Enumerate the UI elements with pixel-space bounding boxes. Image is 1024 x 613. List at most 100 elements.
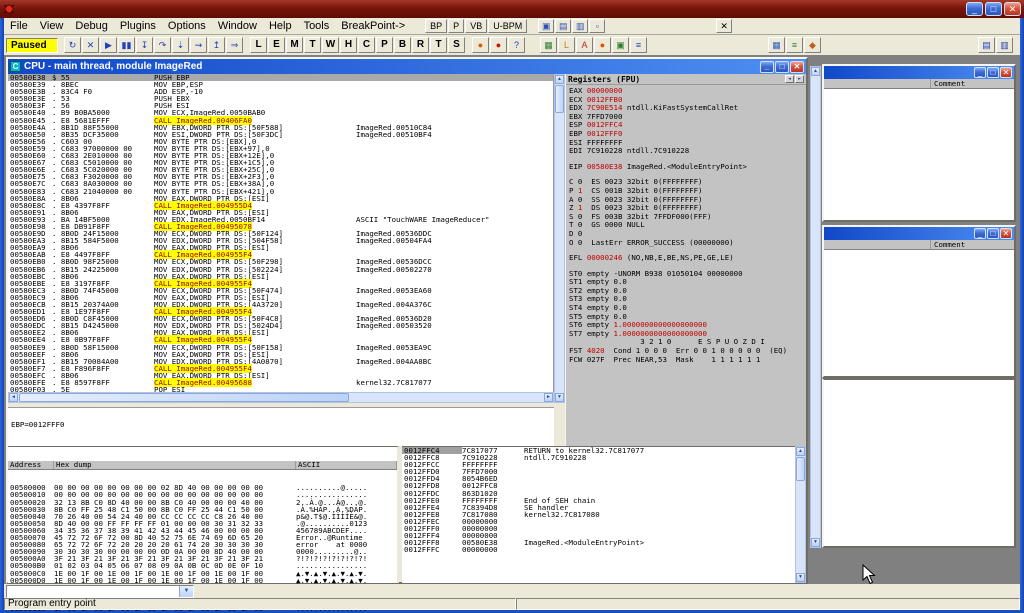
disasm-row[interactable]: 00580E3E. 53PUSH EBX xyxy=(8,95,553,102)
toolbar-letter-m-2[interactable]: M xyxy=(286,37,303,53)
close-button[interactable]: ✕ xyxy=(1004,2,1021,16)
side-window-1-titlebar[interactable]: _ □ ✕ xyxy=(824,66,1014,79)
scroll-right-icon[interactable]: ► xyxy=(544,393,553,402)
stack-row[interactable]: 0012FFE0FFFFFFFFEnd of SEH chain xyxy=(402,497,795,504)
dump-header-address[interactable]: Address xyxy=(8,461,54,469)
disassembly-vertical-scrollbar[interactable]: ▲ ▼ xyxy=(554,74,565,403)
menu-item-view[interactable]: View xyxy=(34,19,70,33)
side2-maximize-button[interactable]: □ xyxy=(987,228,999,239)
go-to-address-icon[interactable]: ⇒ xyxy=(226,37,243,53)
scroll-up-icon[interactable]: ▲ xyxy=(555,75,564,84)
disasm-row[interactable]: 00580EF7. E8 F896F8FFCALL ImageRed.00495… xyxy=(8,365,553,372)
app-titlebar[interactable]: _ □ ✕ xyxy=(0,0,1024,18)
stack-row[interactable]: 0012FFFC00000000 xyxy=(402,546,795,553)
assemble-icon[interactable]: A xyxy=(576,37,593,53)
side1-minimize-button[interactable]: _ xyxy=(974,67,986,78)
registers-next-icon[interactable]: ► xyxy=(795,75,804,83)
side-window-2-titlebar[interactable]: _ □ ✕ xyxy=(824,227,1014,240)
execute-till-return-icon[interactable]: ↥ xyxy=(208,37,225,53)
scroll-down-icon[interactable]: ▼ xyxy=(796,573,805,582)
disasm-row[interactable]: 00580EB6. 8B15 24225000MOV EDX,DWORD PTR… xyxy=(8,266,553,273)
disasm-row[interactable]: 00580EA3. 8B15 584F5000MOV EDX,DWORD PTR… xyxy=(8,237,553,244)
mdi-restore-icon[interactable]: ▫ xyxy=(589,19,605,33)
stack-row[interactable]: 0012FFEC00000000 xyxy=(402,518,795,525)
toolbar-letter-s-11[interactable]: S xyxy=(448,37,465,53)
scroll-down-icon[interactable]: ▼ xyxy=(555,393,564,402)
cascade-windows-icon[interactable]: ▥ xyxy=(996,37,1013,53)
scroll-left-icon[interactable]: ◄ xyxy=(9,393,18,402)
menu-item-breakpoint[interactable]: BreakPoint-> xyxy=(335,19,411,33)
breakpoint-icon[interactable]: ● xyxy=(472,37,489,53)
menu-item-tools[interactable]: Tools xyxy=(298,19,336,33)
stack-vertical-scrollbar[interactable]: ▲ ▼ xyxy=(795,446,806,583)
menu-item-help[interactable]: Help xyxy=(263,19,298,33)
dump-header-hex[interactable]: Hex dump xyxy=(54,461,296,469)
help-icon[interactable]: ? xyxy=(508,37,525,53)
cpu-window-titlebar[interactable]: C CPU - main thread, module ImageRed _ □… xyxy=(8,59,806,74)
chevron-down-icon[interactable]: ▼ xyxy=(179,586,193,597)
stack-row[interactable]: 0012FFD48054B6ED xyxy=(402,475,795,482)
side-window-3-body[interactable] xyxy=(822,378,1016,548)
cpu-close-button[interactable]: ✕ xyxy=(790,61,804,73)
close-program-icon[interactable]: ✕ xyxy=(82,37,99,53)
disasm-row[interactable]: 00580EFE. E8 8597F8FFCALL ImageRed.00495… xyxy=(8,379,553,386)
mdi-child-close-icon[interactable]: ✕ xyxy=(716,19,732,33)
stack-row[interactable]: 0012FFCCFFFFFFFF xyxy=(402,461,795,468)
side-window-2-body[interactable] xyxy=(824,250,1014,376)
patch-icon[interactable]: ≡ xyxy=(786,37,803,53)
disasm-row[interactable]: 00580E3B. 83C4 F0ADD ESP,-10 xyxy=(8,88,553,95)
combobox-value[interactable] xyxy=(7,586,179,597)
stack-row[interactable]: 0012FFF800580E38ImageRed.<ModuleEntryPoi… xyxy=(402,539,795,546)
disasm-row[interactable]: 00580EE9. 8B0D 58F15000MOV ECX,DWORD PTR… xyxy=(8,344,553,351)
side-window-2-column-header[interactable]: Comment xyxy=(824,240,1014,250)
record-icon[interactable]: ● xyxy=(490,37,507,53)
minimize-button[interactable]: _ xyxy=(966,2,983,16)
side-window-1-body[interactable] xyxy=(824,89,1014,220)
scroll-down-icon[interactable]: ▼ xyxy=(811,538,820,547)
side-window-1-column-header[interactable]: Comment xyxy=(824,79,1014,89)
tile-windows-icon[interactable]: ▤ xyxy=(978,37,995,53)
memory-map-icon[interactable]: ▦ xyxy=(540,37,557,53)
toolbar-letter-t-10[interactable]: T xyxy=(430,37,447,53)
menu-item-options[interactable]: Options xyxy=(162,19,212,33)
scroll-thumb[interactable] xyxy=(555,85,564,113)
mdi-tile-icon[interactable]: ▤ xyxy=(555,19,571,33)
calculator-icon[interactable]: ◆ xyxy=(804,37,821,53)
dump-header-ascii[interactable]: ASCII xyxy=(296,461,397,469)
toolbar-letter-p-7[interactable]: P xyxy=(376,37,393,53)
menu-item-window[interactable]: Window xyxy=(212,19,263,33)
scroll-thumb[interactable] xyxy=(796,457,805,481)
toolbar-letter-r-9[interactable]: R xyxy=(412,37,429,53)
toolbar-letter-h-5[interactable]: H xyxy=(340,37,357,53)
log-icon[interactable]: L xyxy=(558,37,575,53)
toolbar-letter-w-4[interactable]: W xyxy=(322,37,339,53)
stack-pane[interactable]: 0012FFC47C817077RETURN to kernel32.7C817… xyxy=(402,446,795,583)
dump-pane[interactable]: Address Hex dump ASCII 0050000000 00 00 … xyxy=(8,446,399,583)
options-icon[interactable]: ● xyxy=(594,37,611,53)
menu-button-u-bpm[interactable]: U-BPM xyxy=(488,19,527,33)
stack-row[interactable]: 0012FFD80012FFC8 xyxy=(402,482,795,489)
trace-into-icon[interactable]: ⇣ xyxy=(172,37,189,53)
list-icon[interactable]: ≡ xyxy=(630,37,647,53)
disassembly-horizontal-scrollbar[interactable]: ◄ ► xyxy=(8,392,554,403)
scroll-thumb[interactable] xyxy=(19,393,349,402)
command-combobox[interactable]: ▼ xyxy=(6,585,194,598)
toolbar-letter-t-3[interactable]: T xyxy=(304,37,321,53)
disasm-row[interactable]: 00580EC3. 8B0D 74F45000MOV ECX,DWORD PTR… xyxy=(8,287,553,294)
menu-item-debug[interactable]: Debug xyxy=(69,19,113,33)
scroll-up-icon[interactable]: ▲ xyxy=(796,447,805,456)
mdi-cascade-icon[interactable]: ▥ xyxy=(572,19,588,33)
pause-icon[interactable]: ▮▮ xyxy=(118,37,135,53)
menu-item-plugins[interactable]: Plugins xyxy=(114,19,162,33)
step-into-icon[interactable]: ↧ xyxy=(136,37,153,53)
run-icon[interactable]: ▶ xyxy=(100,37,117,53)
disasm-row[interactable]: 00580EDC. 8B15 D4245000MOV EDX,DWORD PTR… xyxy=(8,322,553,329)
windows-list-icon[interactable]: ▣ xyxy=(612,37,629,53)
info-pane[interactable]: EBP=0012FFF0 xyxy=(8,407,554,446)
registers-pane[interactable]: Registers (FPU) ◄ ► EAX 00000000ECX 0012… xyxy=(565,74,806,446)
cpu-maximize-button[interactable]: □ xyxy=(775,61,789,73)
side2-close-button[interactable]: ✕ xyxy=(1000,228,1012,239)
cpu-minimize-button[interactable]: _ xyxy=(760,61,774,73)
toolbar-letter-l-0[interactable]: L xyxy=(250,37,267,53)
menu-button-p[interactable]: P xyxy=(448,19,464,33)
